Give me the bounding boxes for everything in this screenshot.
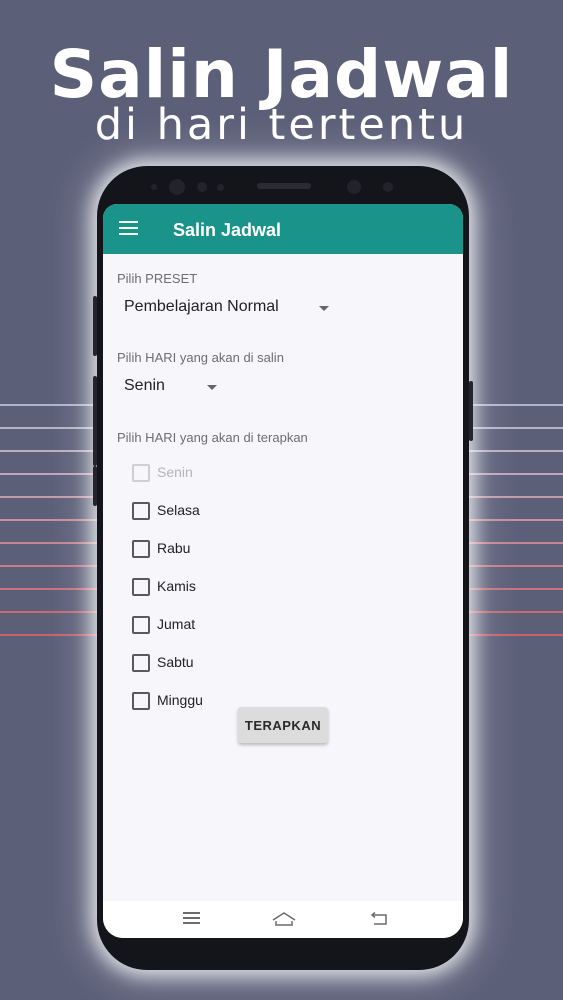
checkbox-box[interactable] <box>132 692 150 710</box>
app-screen: Salin Jadwal Pilih PRESET Pembelajaran N… <box>103 204 463 938</box>
checkbox-box[interactable] <box>132 654 150 672</box>
checkbox-label: Kamis <box>157 578 196 594</box>
dropdown-caret-icon <box>319 306 329 311</box>
checkbox-label: Minggu <box>157 692 203 708</box>
back-icon[interactable] <box>369 912 389 926</box>
hamburger-menu-icon[interactable] <box>119 221 138 235</box>
sensor <box>197 182 207 192</box>
home-icon[interactable] <box>271 911 297 927</box>
side-button <box>93 296 97 356</box>
front-camera <box>347 180 361 194</box>
checkbox-label: Jumat <box>157 616 196 632</box>
phone-frame: Salin Jadwal Pilih PRESET Pembelajaran N… <box>93 166 473 970</box>
checkbox-label: Rabu <box>157 540 191 556</box>
checkbox-box[interactable] <box>132 502 150 520</box>
system-nav-bar <box>103 901 463 938</box>
checkbox-selasa[interactable]: Selasa <box>131 500 331 522</box>
copy-day-value: Senin <box>124 377 165 394</box>
checkbox-box <box>132 464 150 482</box>
apply-days-label: Pilih HARI yang akan di terapkan <box>117 430 308 445</box>
recent-apps-icon[interactable] <box>183 911 200 925</box>
copy-day-label: Pilih HARI yang akan di salin <box>117 350 284 365</box>
checkbox-kamis[interactable]: Kamis <box>131 576 331 598</box>
checkbox-label: Senin <box>157 464 193 480</box>
checkbox-box[interactable] <box>132 616 150 634</box>
side-button <box>93 376 97 466</box>
sensor <box>151 184 157 190</box>
side-button <box>93 466 97 506</box>
checkbox-sabtu[interactable]: Sabtu <box>131 652 331 674</box>
app-bar: Salin Jadwal <box>103 204 463 254</box>
checkbox-box[interactable] <box>132 578 150 596</box>
front-camera <box>169 179 185 195</box>
copy-day-spinner[interactable]: Senin <box>117 371 227 399</box>
checkbox-jumat[interactable]: Jumat <box>131 614 331 636</box>
apply-button[interactable]: TERAPKAN <box>238 707 328 743</box>
checkbox-rabu[interactable]: Rabu <box>131 538 331 560</box>
preset-spinner[interactable]: Pembelajaran Normal <box>117 292 337 320</box>
preset-label: Pilih PRESET <box>117 271 198 286</box>
checkbox-senin: Senin <box>131 462 331 484</box>
preset-value: Pembelajaran Normal <box>124 298 279 315</box>
sensor <box>383 182 393 192</box>
power-button <box>469 381 473 441</box>
checkbox-label: Sabtu <box>157 654 194 670</box>
sensor <box>217 184 224 191</box>
checkbox-box[interactable] <box>132 540 150 558</box>
checkbox-label: Selasa <box>157 502 200 518</box>
earpiece-speaker <box>257 183 311 189</box>
dropdown-caret-icon <box>207 385 217 390</box>
app-bar-title: Salin Jadwal <box>173 220 282 240</box>
